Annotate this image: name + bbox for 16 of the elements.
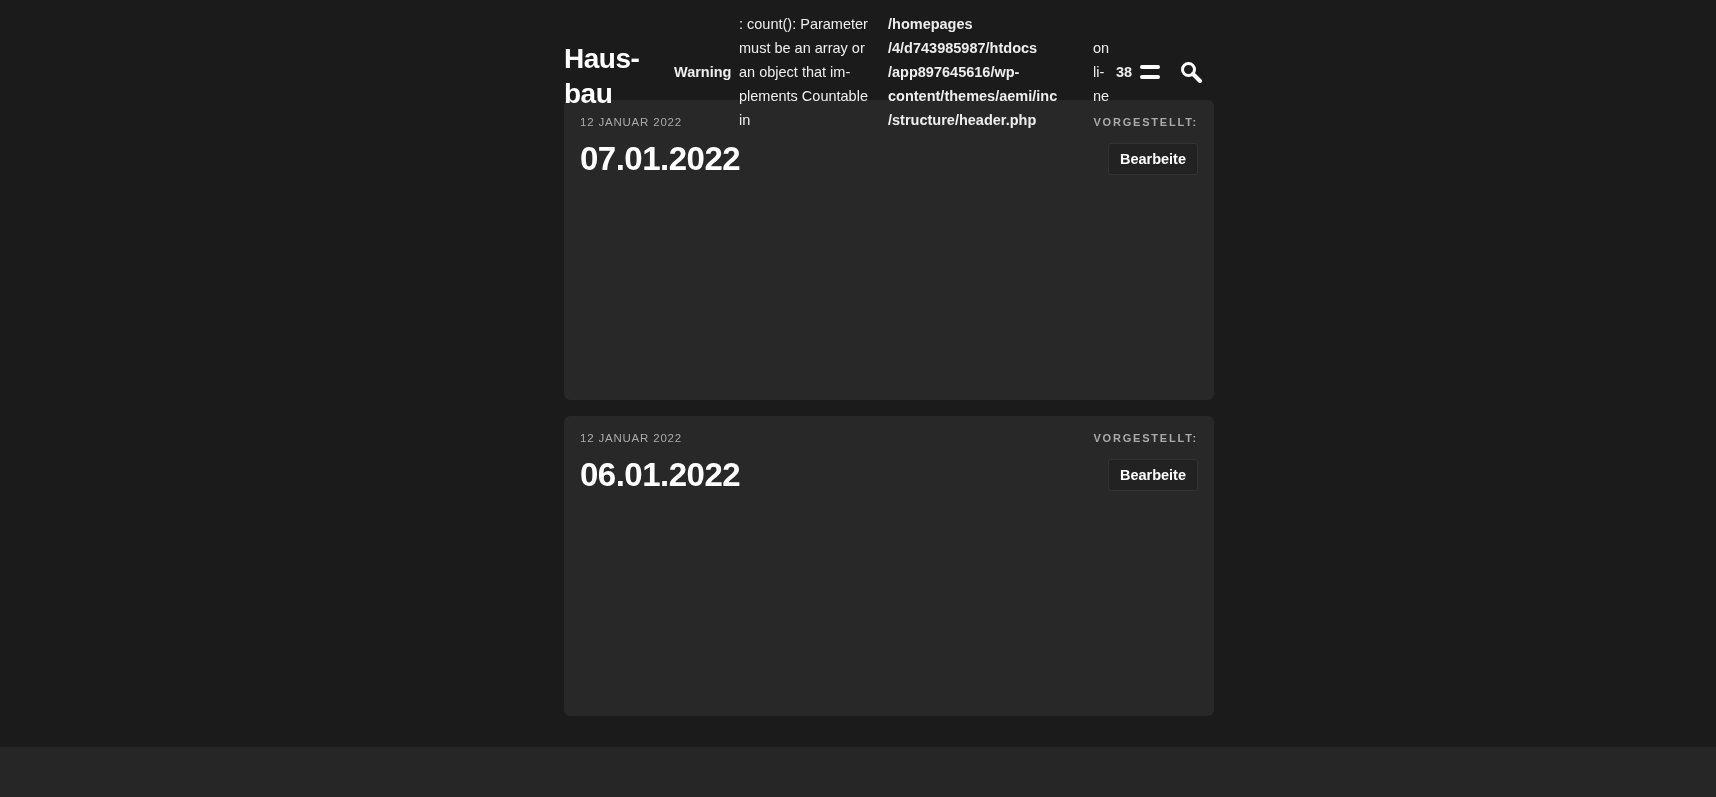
warning-label: Warning [674, 64, 733, 80]
search-icon[interactable] [1180, 61, 1203, 83]
line-label: on li- ne [1093, 39, 1111, 106]
file-path: /homepages /4/d743985987/htdocs /app897645616/wp- content/themes/aemi/inc /structure/header.php [888, 15, 1059, 130]
post-date: 12 JANUAR 2022 [580, 432, 682, 444]
edit-button[interactable]: Bearbeite [1107, 143, 1198, 175]
post-title[interactable]: 06.01.2022 [580, 456, 1094, 494]
featured-label: VORGESTELLT: [1093, 116, 1198, 128]
edit-button[interactable]: Bearbeite [1107, 459, 1198, 491]
post-title[interactable]: 07.01.2022 [580, 140, 1094, 178]
line-number: 38 [1116, 64, 1133, 80]
featured-label: VORGESTELLT: [1093, 432, 1198, 444]
warning-message: : count(): Parameter must be an array or an object that im- plements Countable in [739, 15, 869, 130]
menu-icon[interactable] [1140, 65, 1161, 79]
site-title[interactable]: Haus- bau [564, 41, 668, 111]
post-date: 12 JANUAR 2022 [580, 116, 682, 128]
